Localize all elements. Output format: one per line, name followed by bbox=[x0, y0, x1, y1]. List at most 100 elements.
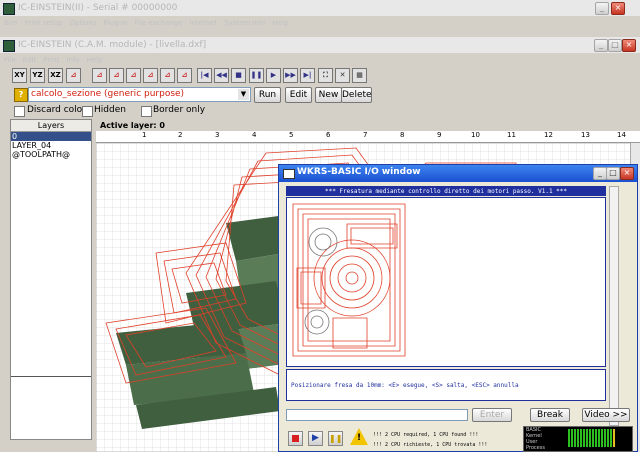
outer-close-button[interactable]: × bbox=[611, 2, 625, 15]
discard-color-checkbox[interactable] bbox=[14, 106, 25, 117]
delete-button[interactable]: Delete bbox=[341, 87, 372, 103]
ruler-number: 12 bbox=[544, 131, 553, 139]
last-icon[interactable]: ▶| bbox=[300, 68, 315, 83]
warning-icon: ! bbox=[350, 428, 368, 445]
inner-menu-print[interactable]: Print bbox=[43, 56, 59, 64]
layers-panel: Layers 0 LAYER_04 @TOOLPATH@ bbox=[10, 119, 92, 440]
rotate-6-button[interactable]: ⊿ bbox=[177, 68, 192, 83]
outer-menu-system-info[interactable]: System info bbox=[224, 19, 265, 27]
rotate-4-button[interactable]: ⊿ bbox=[143, 68, 158, 83]
rotate-5-button[interactable]: ⊿ bbox=[160, 68, 175, 83]
stop-button[interactable] bbox=[288, 431, 303, 446]
inner-menu-info[interactable]: Info bbox=[66, 56, 79, 64]
fast-forward-icon[interactable]: ▶▶ bbox=[283, 68, 298, 83]
outer-menu-internet[interactable]: Internet bbox=[189, 19, 217, 27]
macro-icon: ? bbox=[14, 88, 28, 102]
meter-bars bbox=[568, 429, 630, 450]
first-icon[interactable]: |◀ bbox=[197, 68, 212, 83]
io-title-bar: WKRS-BASIC I/O window _ □ × bbox=[279, 165, 637, 182]
view-xz-button[interactable]: XZ bbox=[48, 68, 63, 83]
io-window-icon bbox=[283, 169, 295, 179]
dropdown-arrow-icon[interactable]: ▼ bbox=[238, 89, 249, 100]
status-line-2: !!! 2 CPU richieste, 1 CPU trovata !!! bbox=[373, 442, 488, 448]
macro-bar: ? calcolo_sezione (generic purpose) ▼ Ru… bbox=[0, 86, 640, 104]
outer-menu-print-setup[interactable]: Print setup bbox=[25, 19, 63, 27]
ruler-number: 5 bbox=[289, 131, 294, 139]
top-ruler: 1 2 3 4 5 6 7 8 9 10 11 12 13 14 bbox=[96, 131, 640, 143]
outer-menu-file-exchange[interactable]: File exchange bbox=[134, 19, 182, 27]
play-icon[interactable]: ▶ bbox=[266, 68, 281, 83]
io-vscroll[interactable] bbox=[609, 186, 619, 426]
layer-item-layer04[interactable]: LAYER_04 bbox=[11, 141, 91, 150]
run-button[interactable]: Run bbox=[254, 87, 281, 103]
inner-maximize-button[interactable]: □ bbox=[608, 39, 622, 52]
meter-label-process: Process bbox=[526, 445, 545, 451]
inner-close-button[interactable]: × bbox=[622, 39, 636, 52]
ruler-number: 13 bbox=[581, 131, 590, 139]
grid-icon[interactable]: ▦ bbox=[352, 68, 367, 83]
stop-icon[interactable]: ■ bbox=[231, 68, 246, 83]
outer-menu-bim[interactable]: Bim bbox=[4, 19, 18, 27]
outer-menu-options[interactable]: Options bbox=[69, 19, 96, 27]
io-input-field[interactable] bbox=[286, 409, 468, 421]
module-icon bbox=[3, 40, 15, 52]
inner-window-title: IC-EINSTEIN (C.A.M. module) - [livella.d… bbox=[18, 40, 207, 50]
status-line-1: !!! 2 CPU required, 1 CPU found !!! bbox=[373, 432, 479, 438]
macro-select-value: calcolo_sezione (generic purpose) bbox=[31, 89, 185, 99]
io-window-title: WKRS-BASIC I/O window bbox=[297, 167, 421, 177]
outer-menu-help[interactable]: Help bbox=[273, 19, 289, 27]
io-window: WKRS-BASIC I/O window _ □ × *** Fresatur… bbox=[278, 164, 638, 452]
ruler-number: 1 bbox=[142, 131, 147, 139]
view-yz-button[interactable]: YZ bbox=[30, 68, 45, 83]
zoom-extents-icon[interactable]: ⛶ bbox=[318, 68, 333, 83]
inner-menu-help[interactable]: Help bbox=[87, 56, 103, 64]
layer-item-0[interactable]: 0 bbox=[11, 132, 91, 141]
video-button[interactable]: Video >> bbox=[582, 408, 630, 422]
inner-menu-file[interactable]: File bbox=[4, 56, 16, 64]
stop-icon bbox=[292, 435, 299, 442]
io-close-button[interactable]: × bbox=[620, 167, 634, 180]
outer-window-title: IC-EINSTEIN(II) - Serial # 00000000 bbox=[18, 3, 178, 13]
io-maximize-button[interactable]: □ bbox=[606, 167, 620, 180]
edit-button[interactable]: Edit bbox=[285, 87, 312, 103]
play-icon: ▶ bbox=[312, 433, 319, 443]
rotate-3-button[interactable]: ⊿ bbox=[126, 68, 141, 83]
enter-button[interactable]: Enter bbox=[472, 408, 512, 422]
macro-select[interactable]: calcolo_sezione (generic purpose) ▼ bbox=[28, 87, 251, 102]
pause-icon[interactable]: ❚❚ bbox=[249, 68, 264, 83]
inner-menubar: File Edit Print Info Help bbox=[4, 55, 110, 65]
ruler-number: 10 bbox=[471, 131, 480, 139]
layers-splitter[interactable] bbox=[11, 376, 91, 377]
play-button[interactable]: ▶ bbox=[308, 431, 323, 446]
rewind-icon[interactable]: ◀◀ bbox=[214, 68, 229, 83]
ruler-number: 7 bbox=[363, 131, 368, 139]
rotate-2-button[interactable]: ⊿ bbox=[109, 68, 124, 83]
view-3d-button[interactable]: ⊿ bbox=[66, 68, 81, 83]
new-button[interactable]: New bbox=[315, 87, 342, 103]
inner-minimize-button[interactable]: _ bbox=[594, 39, 608, 52]
ruler-number: 8 bbox=[400, 131, 405, 139]
hidden-label: Hidden bbox=[94, 105, 126, 115]
fit-icon[interactable]: ✕ bbox=[335, 68, 350, 83]
hidden-checkbox[interactable] bbox=[82, 106, 93, 117]
ruler-number: 2 bbox=[178, 131, 183, 139]
outer-minimize-button[interactable]: _ bbox=[595, 2, 609, 15]
break-button[interactable]: Break bbox=[530, 408, 570, 422]
ruler-number: 11 bbox=[507, 131, 516, 139]
io-prompt-text: Posizionare fresa da 10mm: <E> esegue, <… bbox=[291, 382, 519, 389]
pause-button[interactable]: ❚❚ bbox=[328, 431, 343, 446]
active-layer-label: Active layer: 0 bbox=[100, 121, 165, 130]
options-bar: Discard color Hidden Border only bbox=[0, 104, 640, 118]
border-only-label: Border only bbox=[153, 105, 206, 115]
toolbar: XY YZ XZ ⊿ ⊿ ⊿ ⊿ ⊿ ⊿ ⊿ |◀ ◀◀ ■ ❚❚ ▶ ▶▶ ▶… bbox=[0, 66, 640, 86]
rotate-1-button[interactable]: ⊿ bbox=[92, 68, 107, 83]
inner-menu-edit[interactable]: Edit bbox=[23, 56, 37, 64]
io-minimize-button[interactable]: _ bbox=[593, 167, 607, 180]
cpu-meters: BASIC Kernel User Process bbox=[523, 426, 633, 452]
border-only-checkbox[interactable] bbox=[141, 106, 152, 117]
outer-menu-plugin[interactable]: Plug-in bbox=[104, 19, 128, 27]
layer-item-toolpath[interactable]: @TOOLPATH@ bbox=[11, 150, 91, 159]
view-xy-button[interactable]: XY bbox=[12, 68, 27, 83]
pause-icon: ❚❚ bbox=[329, 434, 343, 443]
app-icon bbox=[3, 3, 15, 15]
